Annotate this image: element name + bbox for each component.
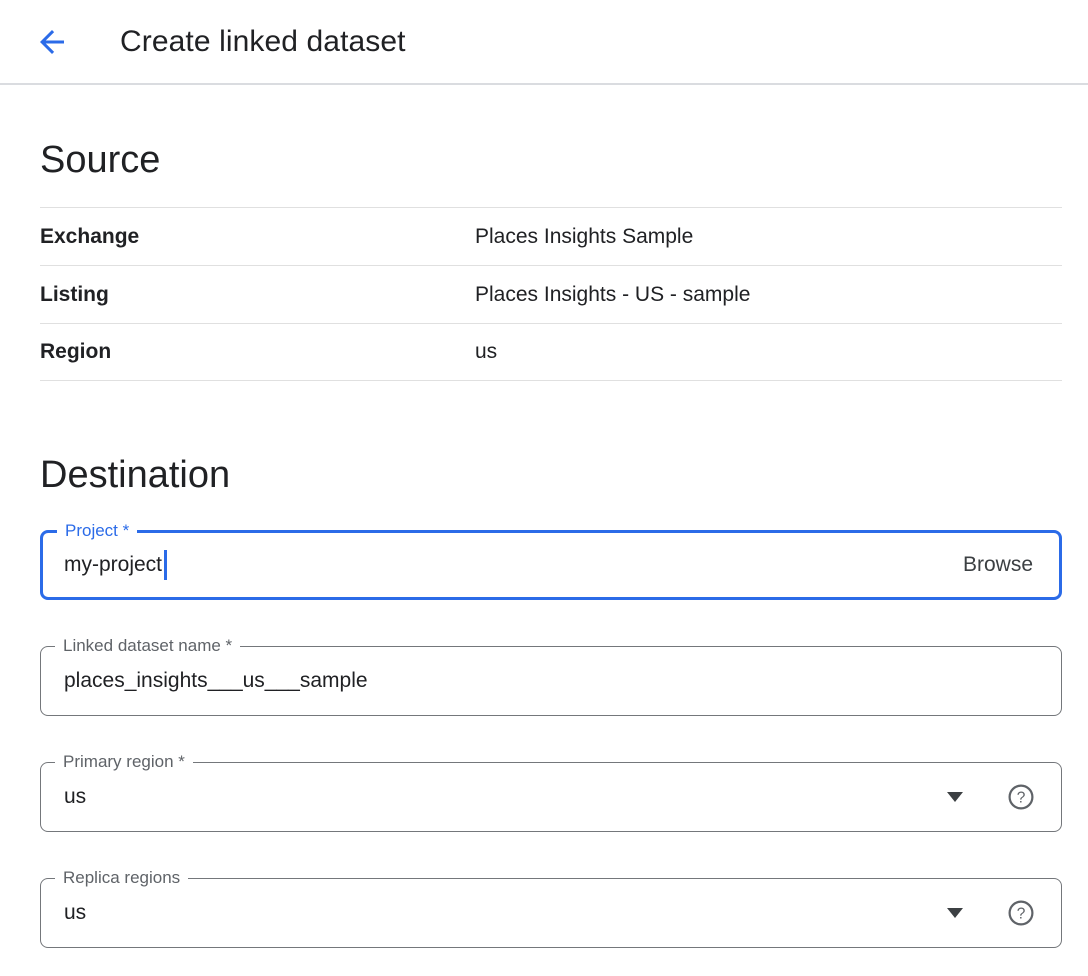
primary-region-help-icon[interactable]: ? — [1007, 783, 1035, 811]
linked-dataset-name-field[interactable]: Linked dataset name * places_insights___… — [40, 646, 1062, 716]
primary-region-value: us — [64, 785, 86, 809]
source-row-exchange: Exchange Places Insights Sample — [40, 207, 1062, 265]
header: Create linked dataset — [0, 0, 1088, 85]
source-row-listing: Listing Places Insights - US - sample — [40, 265, 1062, 323]
replica-regions-select[interactable]: Replica regions us ? — [40, 878, 1062, 948]
linked-dataset-name-label: Linked dataset name * — [55, 636, 240, 656]
exchange-value: Places Insights Sample — [475, 225, 1062, 249]
primary-region-select[interactable]: Primary region * us ? — [40, 762, 1062, 832]
exchange-label: Exchange — [40, 225, 475, 249]
source-heading: Source — [40, 137, 1062, 183]
replica-regions-label: Replica regions — [55, 868, 188, 888]
destination-heading: Destination — [40, 452, 1062, 498]
replica-regions-value: us — [64, 901, 86, 925]
text-cursor — [164, 550, 167, 580]
project-field-label: Project * — [57, 521, 137, 541]
source-table: Exchange Places Insights Sample Listing … — [40, 207, 1062, 381]
dropdown-arrow-icon — [947, 908, 963, 918]
listing-label: Listing — [40, 283, 475, 307]
dropdown-arrow-icon — [947, 792, 963, 802]
project-field[interactable]: Project * my-project Browse — [40, 530, 1062, 600]
region-label: Region — [40, 340, 475, 364]
svg-text:?: ? — [1017, 790, 1026, 807]
svg-text:?: ? — [1017, 906, 1026, 923]
region-value: us — [475, 340, 1062, 364]
source-row-region: Region us — [40, 323, 1062, 381]
primary-region-label: Primary region * — [55, 752, 193, 772]
page-title: Create linked dataset — [120, 25, 406, 59]
project-input[interactable]: my-project — [64, 553, 162, 577]
listing-value: Places Insights - US - sample — [475, 283, 1062, 307]
arrow-back-icon — [34, 24, 70, 60]
browse-button[interactable]: Browse — [961, 547, 1035, 583]
create-linked-dataset-form: Source Exchange Places Insights Sample L… — [0, 137, 1088, 948]
back-button[interactable] — [30, 20, 74, 64]
linked-dataset-name-input[interactable]: places_insights___us___sample — [64, 669, 368, 693]
replica-regions-help-icon[interactable]: ? — [1007, 899, 1035, 927]
